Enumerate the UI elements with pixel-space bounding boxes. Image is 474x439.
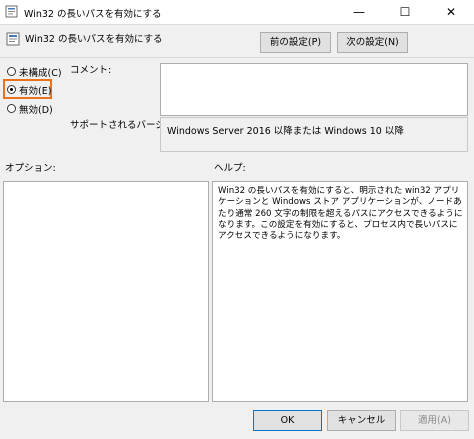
policy-icon — [5, 5, 18, 18]
radio-button-selected[interactable] — [7, 85, 16, 94]
maximize-button[interactable]: ☐ — [382, 0, 428, 24]
radio-label: 無効(D) — [19, 105, 53, 116]
window-title: Win32 の長いパスを有効にする — [24, 9, 162, 20]
options-panel — [3, 181, 209, 402]
next-setting-button[interactable]: 次の設定(N) — [337, 32, 408, 53]
comment-label: コメント: — [70, 65, 112, 76]
supported-on-value: Windows Server 2016 以降または Windows 10 以降 — [167, 126, 404, 137]
radio-button[interactable] — [7, 104, 16, 113]
cancel-button[interactable]: キャンセル — [327, 410, 396, 431]
setting-icon — [6, 32, 20, 46]
help-panel[interactable]: Win32 の長いパスを有効にすると、明示された win32 アプリケーションと… — [212, 181, 468, 402]
ok-button[interactable]: OK — [253, 410, 322, 431]
supported-on-field: Windows Server 2016 以降または Windows 10 以降 — [160, 117, 468, 152]
title-bar: Win32 の長いパスを有効にする — ☐ ✕ — [0, 0, 474, 25]
options-label: オプション: — [5, 163, 56, 174]
policy-dialog: Win32 の長いパスを有効にする — ☐ ✕ Win32 の長いパスを有効にす… — [0, 0, 474, 439]
previous-setting-button[interactable]: 前の設定(P) — [260, 32, 331, 53]
minimize-button[interactable]: — — [336, 0, 382, 24]
radio-label: 有効(E) — [19, 86, 52, 97]
close-button[interactable]: ✕ — [428, 0, 474, 24]
setting-title: Win32 の長いパスを有効にする — [25, 34, 163, 45]
radio-button[interactable] — [7, 67, 16, 76]
help-text: Win32 の長いパスを有効にすると、明示された win32 アプリケーションと… — [218, 186, 463, 242]
radio-label: 未構成(C) — [19, 68, 62, 79]
comment-textarea[interactable] — [160, 63, 468, 116]
apply-button[interactable]: 適用(A) — [400, 410, 469, 431]
header-divider — [0, 57, 474, 58]
help-label: ヘルプ: — [214, 163, 246, 174]
